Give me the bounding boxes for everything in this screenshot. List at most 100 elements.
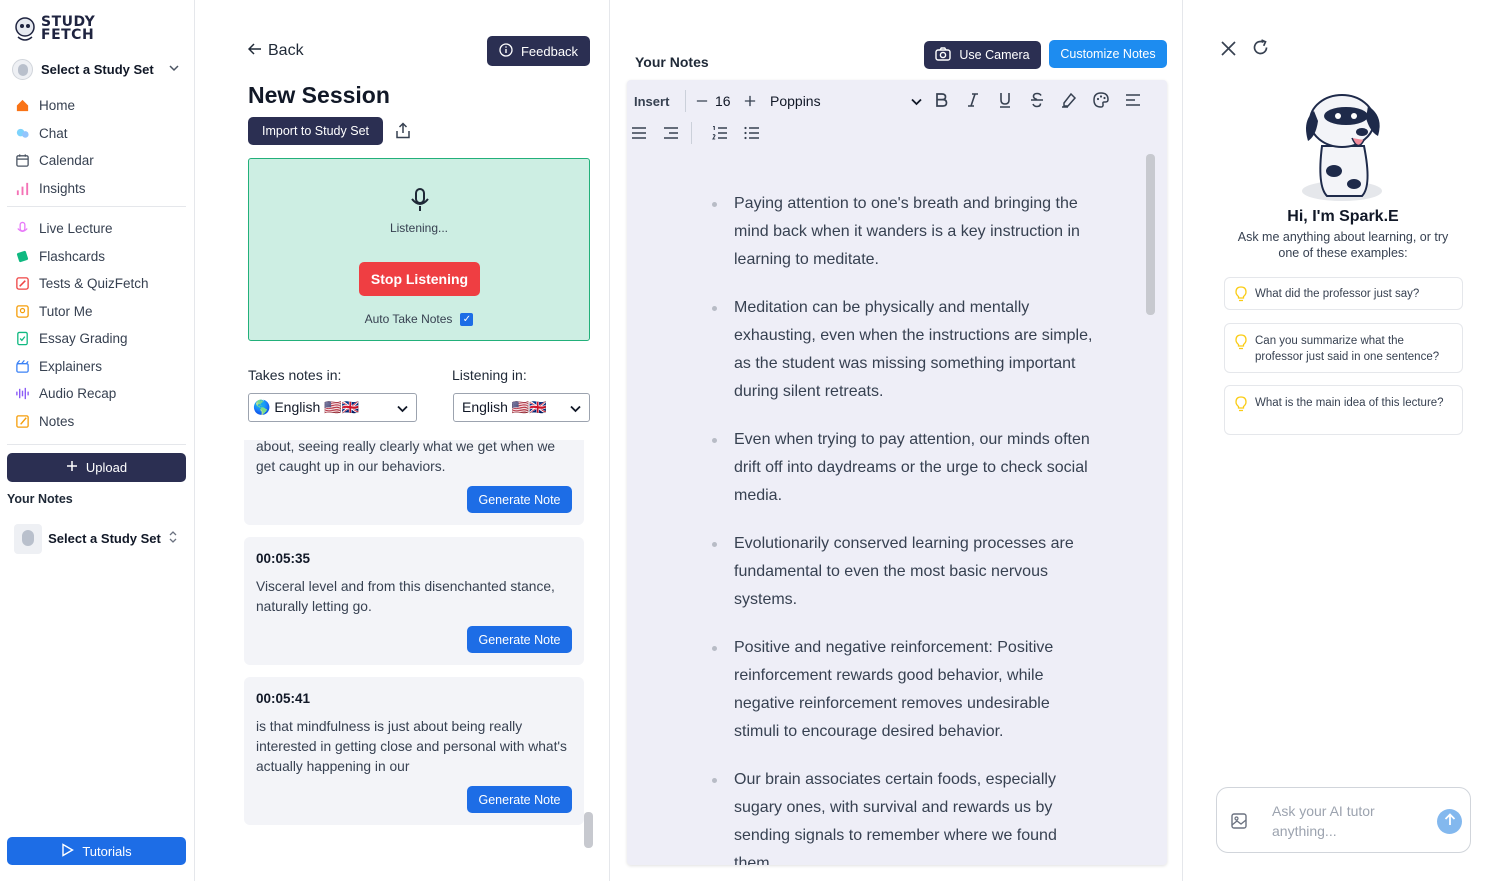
color-palette-icon[interactable] [1092, 91, 1110, 109]
generate-note-button[interactable]: Generate Note [467, 486, 572, 513]
sidebar: STUDY FETCH Select a Study Set Home Chat… [0, 0, 195, 881]
microphone-icon [14, 221, 30, 237]
sidebar-item-label: Calendar [39, 153, 94, 169]
sidebar-item-notes[interactable]: Notes [14, 408, 186, 436]
editor-scrollbar[interactable] [1146, 154, 1155, 315]
auto-take-notes-checkbox[interactable]: ✓ [460, 312, 474, 326]
chevron-down-icon [570, 400, 581, 416]
italic-icon[interactable] [964, 91, 982, 109]
study-set-selector-label: Select a Study Set [41, 62, 154, 77]
decrease-font-size-button[interactable] [695, 92, 709, 110]
share-icon[interactable] [394, 122, 412, 140]
send-button[interactable] [1437, 809, 1462, 834]
back-button[interactable]: Back [247, 42, 304, 60]
sidebar-item-label: Insights [39, 180, 86, 196]
example-prompt-card[interactable]: What is the main idea of this lecture? [1224, 385, 1463, 435]
home-icon [14, 98, 30, 114]
sidebar-item-essay-grading[interactable]: Essay Grading [14, 325, 186, 353]
strikethrough-icon[interactable] [1028, 91, 1046, 109]
arrow-left-icon [247, 42, 262, 60]
generate-note-button[interactable]: Generate Note [467, 626, 572, 653]
note-bullet: Paying attention to one's breath and bri… [712, 190, 1094, 274]
upload-button-label: Upload [85, 460, 128, 475]
underline-icon[interactable] [996, 91, 1014, 109]
example-prompt-card[interactable]: Can you summarize what the professor jus… [1224, 323, 1463, 373]
tutorials-button[interactable]: Tutorials [7, 837, 186, 865]
transcript-card: about, seeing really clearly what we get… [244, 440, 584, 525]
refresh-icon[interactable] [1251, 38, 1270, 57]
camera-icon [935, 46, 952, 64]
feedback-button[interactable]: Feedback [487, 36, 590, 66]
insert-menu[interactable]: Insert [634, 90, 669, 112]
note-bullet: Positive and negative reinforcement: Pos… [712, 634, 1094, 746]
stop-listening-button[interactable]: Stop Listening [359, 262, 480, 296]
sidebar-item-live-lecture[interactable]: Live Lecture [14, 215, 186, 243]
transcript-scrollbar[interactable] [584, 812, 593, 848]
logo-mascot-icon [13, 15, 37, 43]
sidebar-item-label: Notes [39, 413, 75, 429]
your-notes-heading: Your Notes [7, 492, 73, 506]
calendar-icon [14, 153, 30, 169]
sidebar-item-calendar[interactable]: Calendar [14, 147, 186, 175]
align-right-icon[interactable] [662, 124, 680, 142]
ai-tutor-panel: Hi, I'm Spark.E Ask me anything about le… [1184, 0, 1502, 881]
listening-language-select[interactable]: English 🇺🇸🇬🇧 [453, 393, 590, 422]
sidebar-item-label: Chat [39, 125, 68, 141]
sidebar-item-chat[interactable]: Chat [14, 120, 186, 148]
chat-input-placeholder[interactable]: Ask your AI tutor anything... [1272, 801, 1412, 841]
close-icon[interactable] [1220, 40, 1237, 57]
align-justify-icon[interactable] [630, 124, 648, 142]
sidebar-divider [7, 444, 186, 445]
generate-note-button[interactable]: Generate Note [467, 786, 572, 813]
page-title: New Session [248, 82, 390, 108]
study-set-avatar [14, 524, 42, 554]
sidebar-item-audio-recap[interactable]: Audio Recap [14, 380, 186, 408]
transcript-timestamp: 00:05:41 [256, 691, 311, 706]
sidebar-item-flashcards[interactable]: Flashcards [14, 243, 186, 271]
study-set-selector[interactable]: Select a Study Set [12, 59, 180, 80]
takes-notes-language-select[interactable]: 🌎 English 🇺🇸🇬🇧 [248, 393, 417, 422]
lightbulb-icon [1235, 396, 1247, 412]
sidebar-item-explainers[interactable]: Explainers [14, 353, 186, 381]
sidebar-item-insights[interactable]: Insights [14, 175, 186, 203]
notes-study-set-selector[interactable]: Select a Study Set [14, 524, 179, 554]
align-left-icon[interactable] [1124, 91, 1142, 109]
notes-icon [14, 413, 30, 429]
increase-font-size-button[interactable] [743, 92, 757, 110]
numbered-list-icon[interactable] [711, 124, 729, 142]
import-to-study-set-button[interactable]: Import to Study Set [248, 117, 383, 145]
ai-tutor-subtitle: Ask me anything about learning, or try o… [1237, 230, 1449, 260]
transcript-text: Visceral level and from this disenchante… [256, 579, 555, 614]
info-icon [499, 42, 513, 60]
listening-in-label: Listening in: [452, 367, 527, 383]
flashcards-icon [14, 248, 30, 264]
example-prompt-text: What is the main idea of this lecture? [1255, 397, 1444, 409]
font-size-value[interactable]: 16 [715, 90, 731, 112]
highlighter-icon[interactable] [1060, 91, 1078, 109]
transcript-card: 00:05:35 Visceral level and from this di… [244, 537, 584, 665]
image-upload-icon[interactable] [1230, 812, 1248, 830]
transcript-text: about, seeing really clearly what we get… [256, 440, 556, 474]
notes-editor[interactable]: Insert 16 Poppins Paying attention to on… [627, 80, 1167, 865]
takes-notes-language-value: 🌎 English 🇺🇸🇬🇧 [253, 399, 359, 415]
sidebar-item-tutor-me[interactable]: Tutor Me [14, 298, 186, 326]
listening-panel: Listening... Stop Listening Auto Take No… [248, 158, 590, 341]
note-bullet: Even when trying to pay attention, our m… [712, 426, 1094, 510]
example-prompt-card[interactable]: What did the professor just say? [1224, 277, 1463, 310]
transcript-text: is that mindfulness is just about being … [256, 719, 567, 774]
bulleted-list-icon[interactable] [743, 124, 761, 142]
ai-tutor-chat-input[interactable]: Ask your AI tutor anything... [1216, 787, 1471, 853]
sidebar-item-home[interactable]: Home [14, 92, 186, 120]
note-bullet: Meditation can be physically and mentall… [712, 294, 1094, 406]
font-family-select[interactable]: Poppins [770, 90, 922, 112]
primary-nav: Home Chat Calendar Insights [14, 92, 186, 202]
upload-button[interactable]: Upload [7, 453, 186, 482]
customize-notes-button[interactable]: Customize Notes [1049, 40, 1167, 68]
microphone-icon [408, 187, 432, 213]
bold-icon[interactable] [932, 91, 950, 109]
session-panel: Back Feedback New Session Import to Stud… [196, 0, 610, 881]
pencil-icon [14, 276, 30, 292]
sidebar-item-tests-quizfetch[interactable]: Tests & QuizFetch [14, 270, 186, 298]
use-camera-button[interactable]: Use Camera [924, 41, 1041, 69]
studyfetch-logo[interactable]: STUDY FETCH [13, 15, 95, 43]
